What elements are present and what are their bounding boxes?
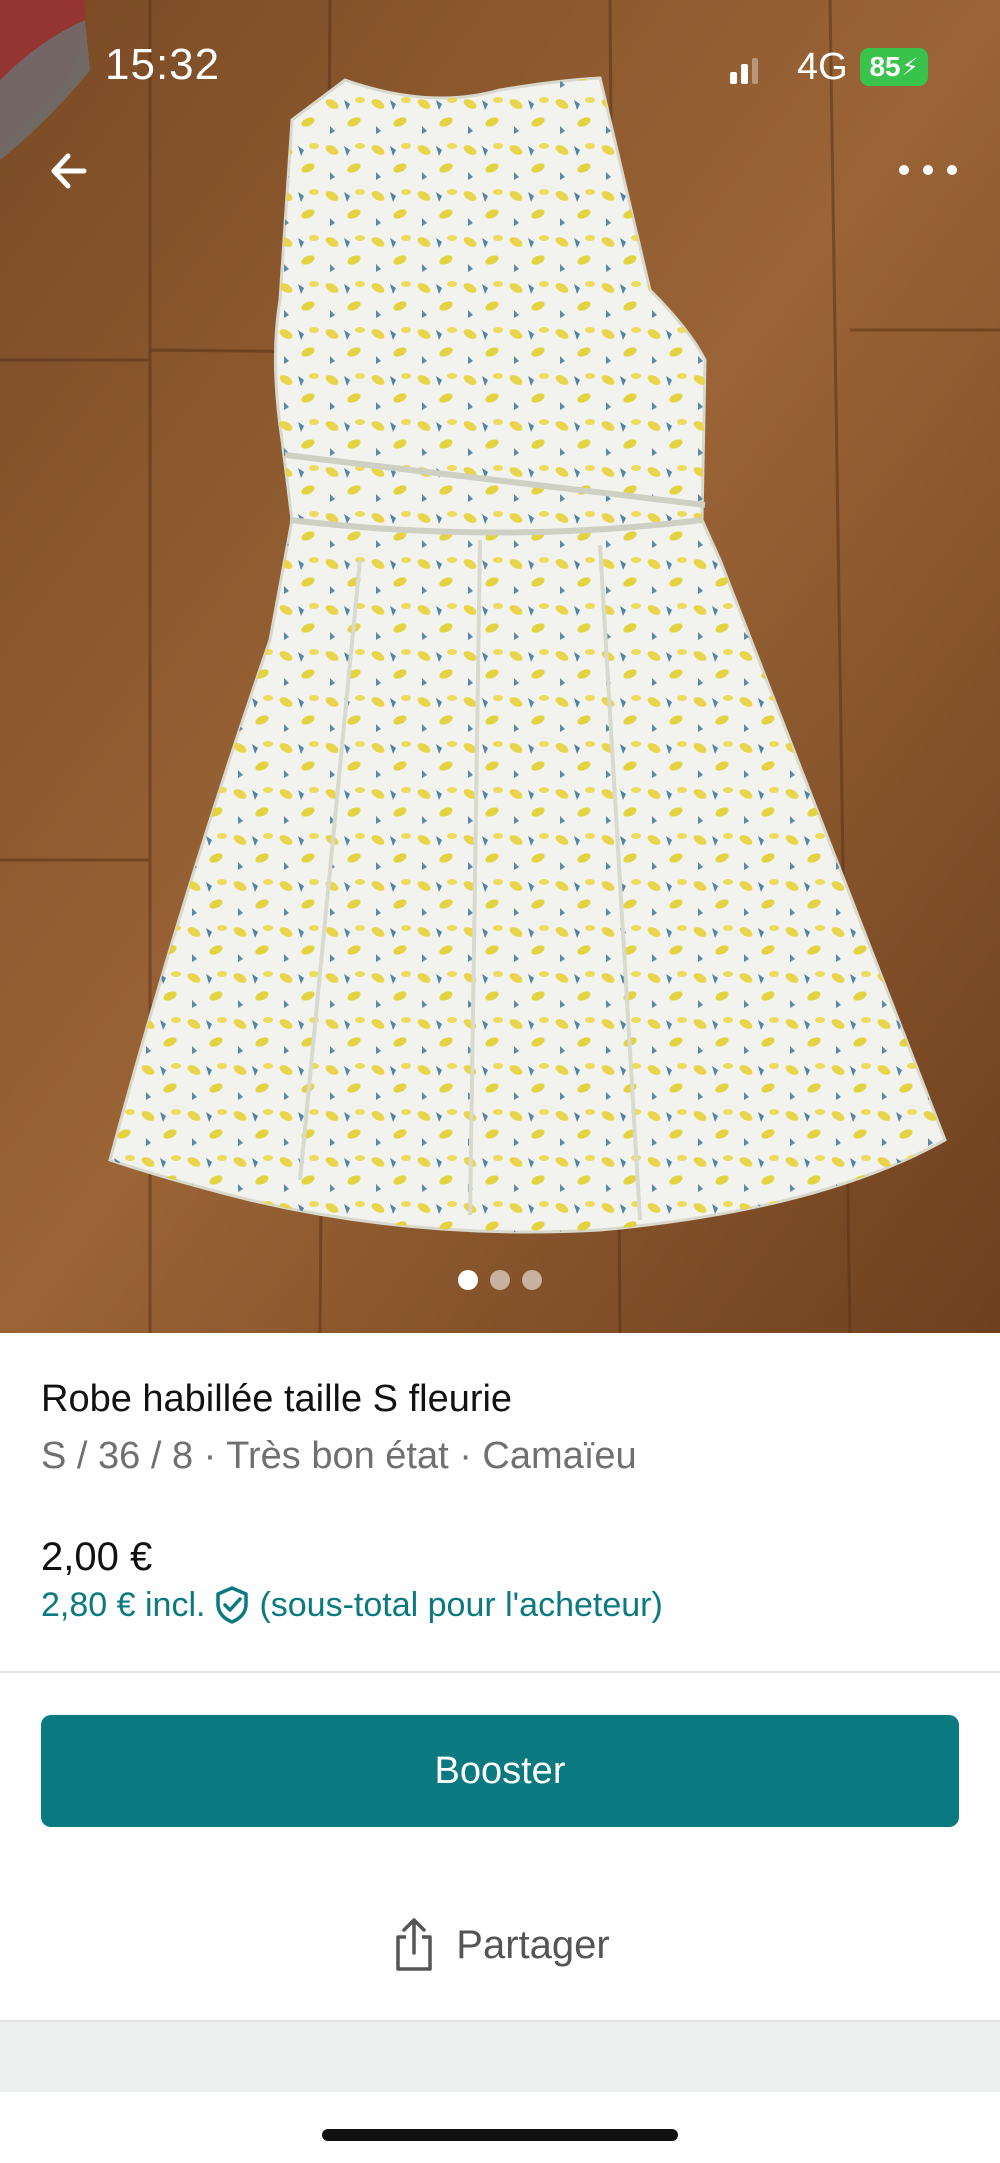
battery-indicator: 85 ⚡ — [860, 48, 928, 86]
home-indicator[interactable] — [322, 2129, 678, 2141]
pagination-dot[interactable] — [458, 1270, 478, 1290]
buyer-price-info[interactable]: 2,80 € incl. (sous-total pour l'acheteur… — [41, 1585, 663, 1625]
share-label: Partager — [456, 1922, 610, 1967]
more-options-icon — [899, 165, 957, 175]
boost-button[interactable]: Booster — [41, 1715, 959, 1827]
footer-band — [0, 2022, 1000, 2092]
status-time: 15:32 — [105, 40, 221, 89]
back-arrow-icon — [51, 153, 87, 189]
gallery-pagination — [0, 1270, 1000, 1294]
share-icon — [396, 1918, 433, 1971]
buyer-price: 2,80 € incl. — [41, 1585, 206, 1624]
charging-icon: ⚡ — [901, 53, 919, 81]
pagination-dot[interactable] — [490, 1270, 510, 1290]
share-button[interactable]: Partager — [0, 1895, 1000, 1995]
pagination-dot[interactable] — [522, 1270, 542, 1290]
divider — [0, 1671, 1000, 1673]
signal-icon — [730, 58, 758, 84]
back-button[interactable] — [40, 140, 102, 202]
battery-level: 85 — [869, 51, 901, 82]
shield-check-icon — [216, 1586, 249, 1624]
network-type: 4G — [797, 46, 848, 88]
product-image — [0, 0, 1000, 1333]
product-photo[interactable]: 15:32 4G 85 ⚡ — [0, 0, 1000, 1333]
status-bar: 15:32 4G 85 ⚡ — [0, 0, 1000, 130]
item-attributes: S / 36 / 8 · Très bon état · Camaïeu — [41, 1435, 637, 1477]
item-title: Robe habillée taille S fleurie — [41, 1378, 513, 1420]
more-options-button[interactable] — [890, 150, 970, 190]
item-price: 2,00 € — [41, 1535, 153, 1579]
buyer-price-note: (sous-total pour l'acheteur) — [259, 1585, 663, 1624]
